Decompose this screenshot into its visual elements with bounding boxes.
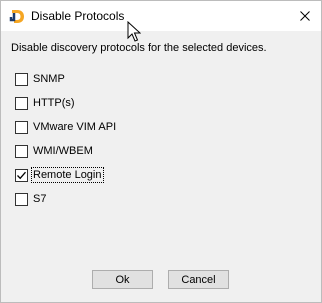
remote-login-label: Remote Login (31, 167, 104, 183)
option-https[interactable]: HTTP(s) (15, 91, 117, 115)
close-icon (300, 11, 310, 21)
ok-button[interactable]: Ok (92, 270, 153, 289)
dialog-description: Disable discovery protocols for the sele… (11, 42, 267, 54)
remote-login-checkbox[interactable] (15, 168, 28, 182)
mouse-pointer-icon (127, 21, 141, 42)
snmp-checkbox[interactable] (15, 72, 28, 86)
title-bar[interactable]: Disable Protocols (1, 1, 321, 31)
option-snmp[interactable]: SNMP (15, 67, 117, 91)
option-remote-login[interactable]: Remote Login (15, 163, 117, 187)
cancel-button[interactable]: Cancel (168, 270, 229, 289)
checkmark-icon (17, 171, 26, 179)
option-vmware-vim-api[interactable]: VMware VIM API (15, 115, 117, 139)
close-button[interactable] (289, 1, 321, 31)
https-checkbox[interactable] (15, 96, 28, 110)
dialog-title: Disable Protocols (31, 9, 125, 23)
option-wmi-wbem[interactable]: WMI/WBEM (15, 139, 117, 163)
app-logo-icon (9, 10, 24, 23)
s7-label: S7 (33, 193, 47, 205)
protocol-options: SNMP HTTP(s) VMware VIM API WMI/WBEM Rem… (15, 67, 117, 211)
vmware-vim-api-label: VMware VIM API (33, 121, 117, 133)
wmi-wbem-checkbox[interactable] (15, 144, 28, 158)
https-label: HTTP(s) (33, 97, 75, 109)
s7-checkbox[interactable] (15, 192, 28, 206)
disable-protocols-dialog: Disable Protocols Disable discovery prot… (0, 0, 322, 303)
snmp-label: SNMP (33, 73, 65, 85)
vmware-vim-api-checkbox[interactable] (15, 120, 28, 134)
option-s7[interactable]: S7 (15, 187, 117, 211)
wmi-wbem-label: WMI/WBEM (33, 145, 93, 157)
